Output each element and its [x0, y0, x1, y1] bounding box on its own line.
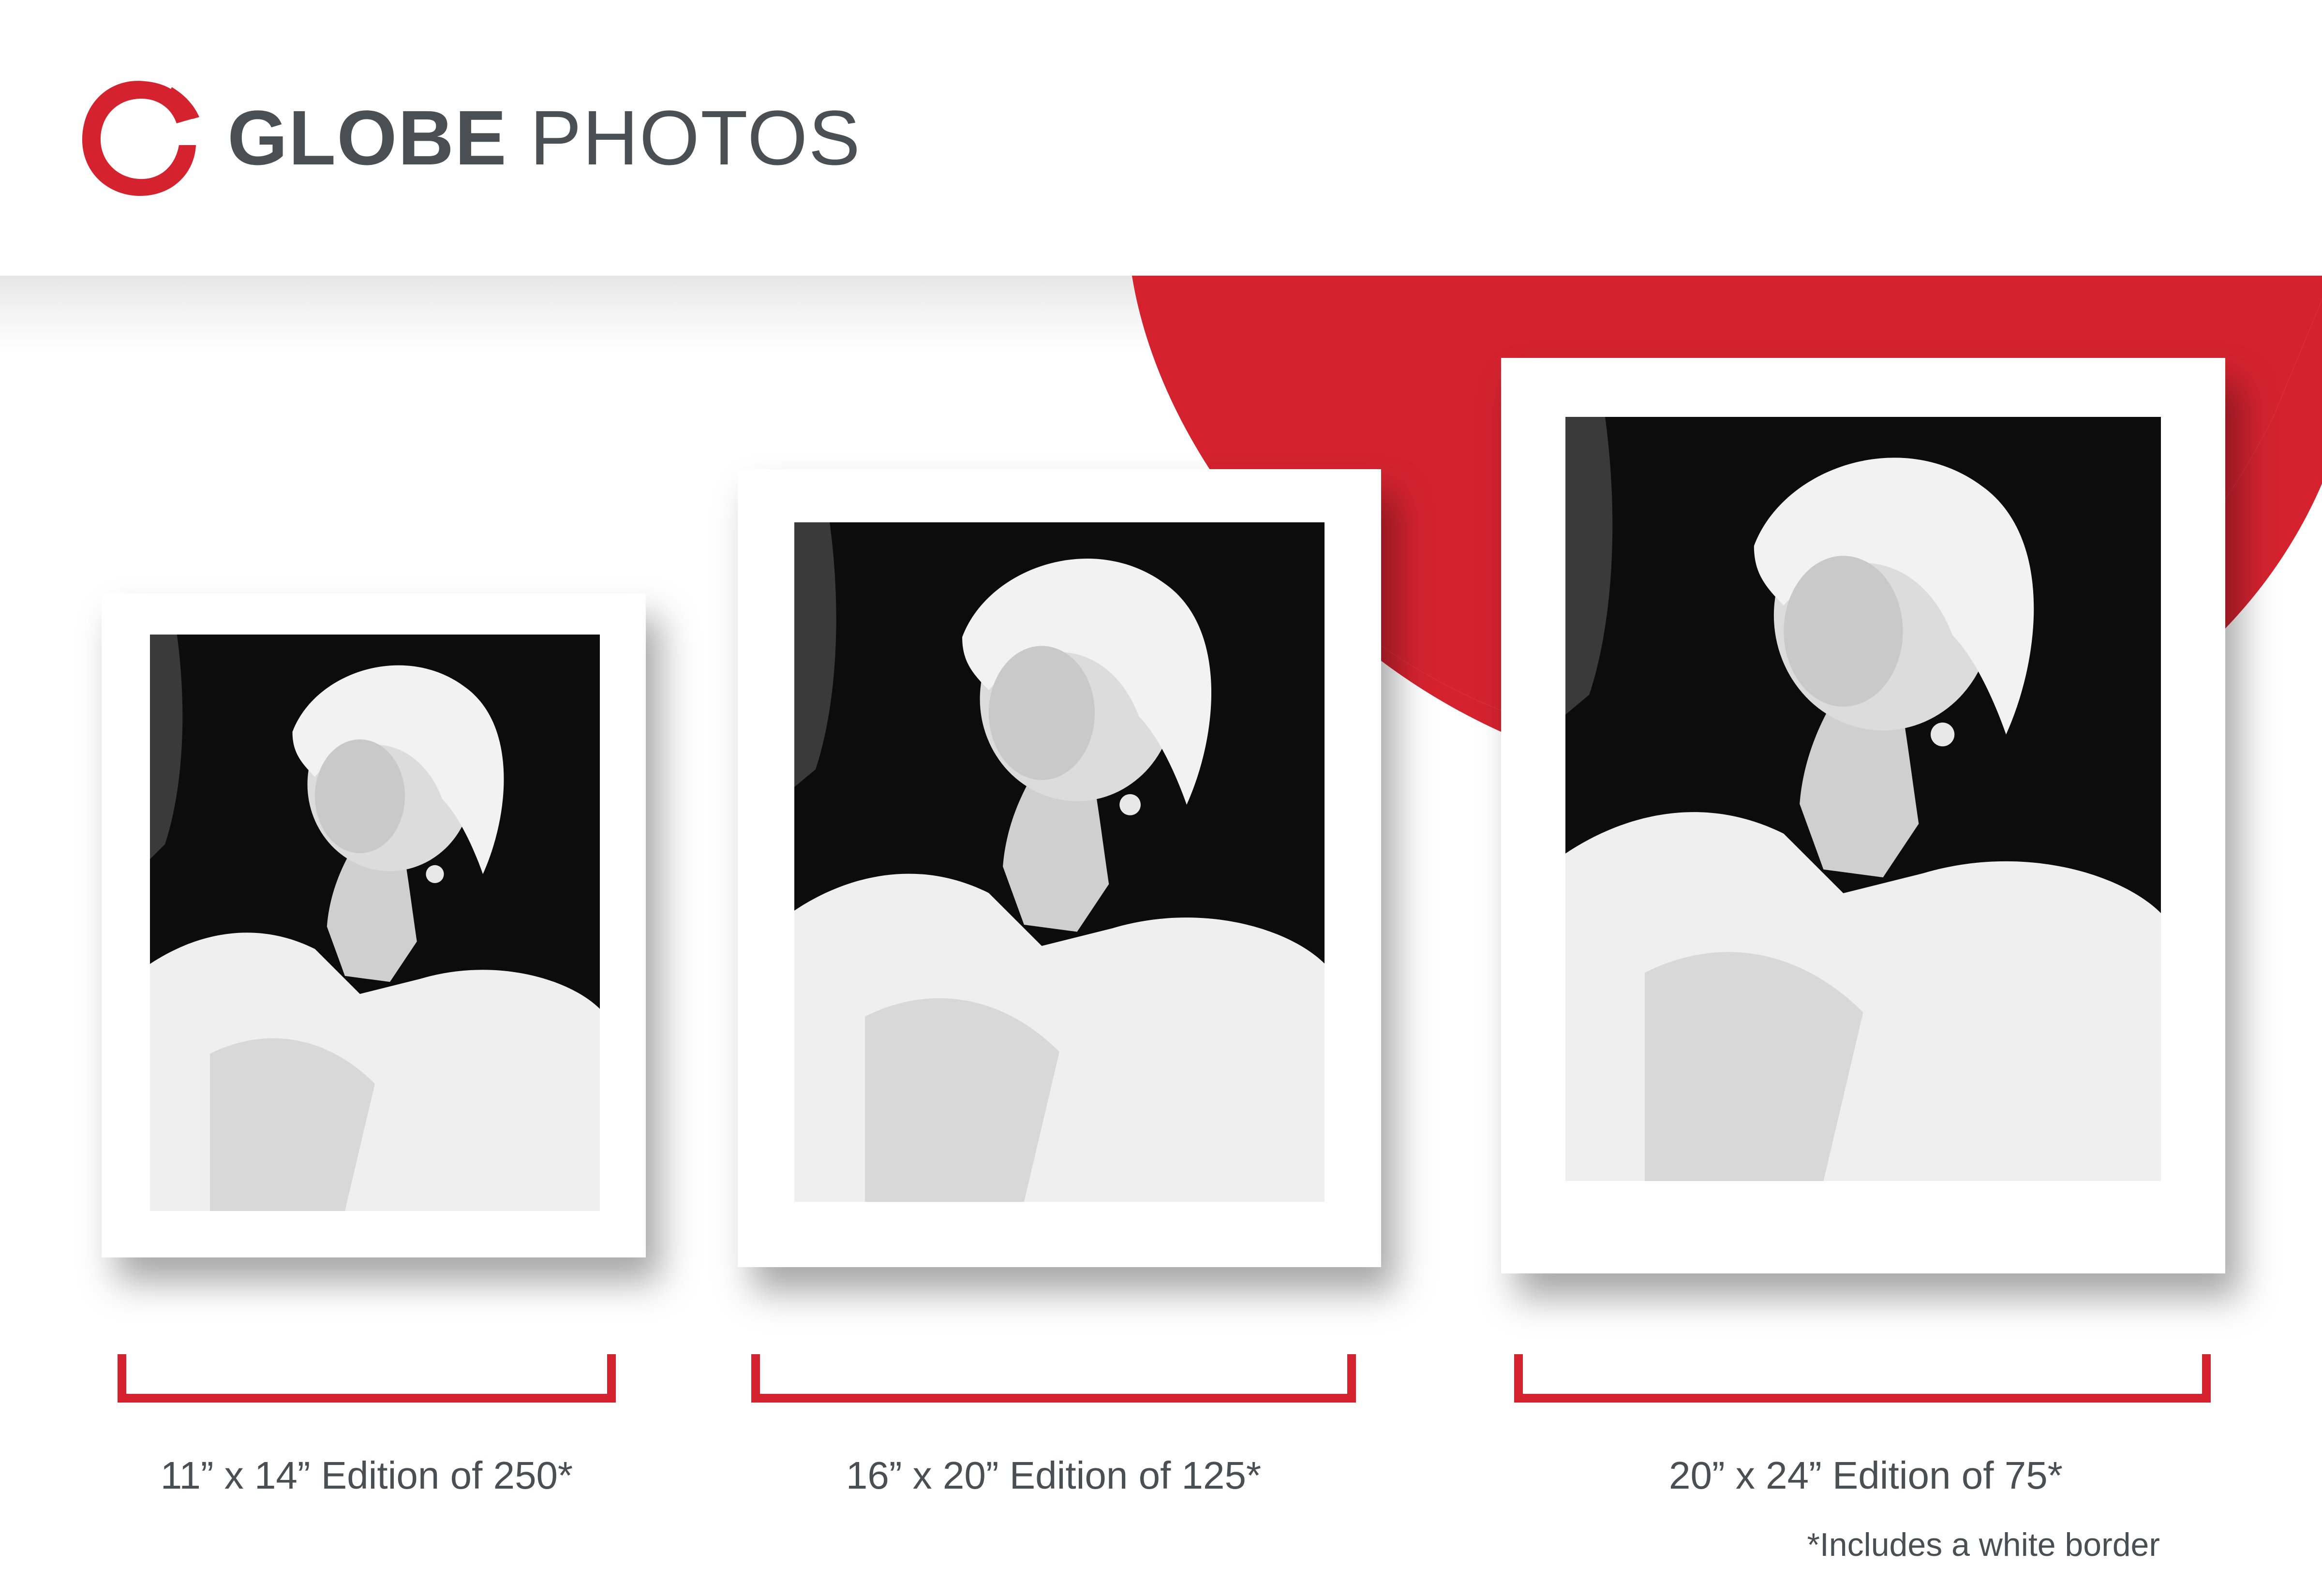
- brand-name-light: PHOTOS: [530, 94, 862, 181]
- brand-name-bold: GLOBE: [227, 94, 507, 181]
- brush-circle-logo-icon: [82, 81, 199, 196]
- product-sizes-page: GLOBE PHOTOS 11” x 14” Edition of 250* 1…: [0, 0, 2322, 1596]
- caption-20x24: 20” x 24” Edition of 75*: [1669, 1454, 2063, 1497]
- size-bracket-16x20: [751, 1354, 1356, 1403]
- photo-image: [794, 522, 1325, 1202]
- caption-11x14: 11” x 14” Edition of 250*: [160, 1454, 573, 1497]
- size-bracket-20x24: [1514, 1354, 2211, 1403]
- brand-wordmark: GLOBE PHOTOS: [227, 85, 861, 191]
- photo-image: [150, 635, 600, 1211]
- print-11x14: [102, 593, 646, 1257]
- caption-16x20: 16” x 20” Edition of 125*: [846, 1454, 1262, 1497]
- size-bracket-11x14: [118, 1354, 616, 1403]
- print-16x20: [738, 469, 1381, 1267]
- header: GLOBE PHOTOS: [0, 0, 2322, 276]
- border-footnote: *Includes a white border: [1807, 1526, 2160, 1563]
- print-20x24: [1501, 358, 2225, 1273]
- photo-image: [1565, 417, 2161, 1181]
